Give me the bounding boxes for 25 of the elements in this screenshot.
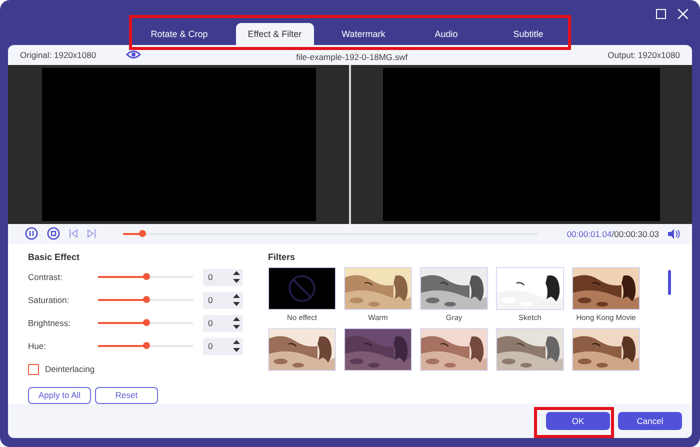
checkbox-label: Deinterlacing [45,364,96,374]
section-title: Basic Effect [28,252,81,262]
total-time: /00:00:30.03 [612,228,659,239]
tab[interactable]: Subtitle [495,23,562,45]
file-name: file-example-192-0-18MG.swf [296,52,408,62]
output-resolution: Output: 1920x1080 [608,50,680,60]
tab[interactable]: Rotate & Crop [138,23,220,45]
tab[interactable]: Effect & Filter [236,23,314,45]
dialog-button[interactable]: OK [546,412,610,430]
number-field[interactable]: 0 [203,338,243,355]
dialog-button[interactable]: Cancel [618,412,682,430]
outline-button[interactable]: Reset [95,386,158,404]
current-time: 00:00:01.04 [566,228,612,239]
section-title: Filters [268,252,296,262]
adjustment-label: Brightness: [28,318,72,328]
tab[interactable]: Audio [413,23,480,45]
outline-button[interactable]: Apply to All [28,386,91,404]
original-resolution: Original: 1920x1080 [20,50,96,60]
adjustment-label: Hue: [28,341,47,352]
tab[interactable]: Watermark [330,23,398,45]
number-field[interactable]: 0 [203,314,243,332]
number-field[interactable]: 0 [203,292,243,309]
adjustment-label: Saturation: [28,295,70,306]
adjustment-label: Contrast: [28,272,64,282]
number-field[interactable]: 0 [203,268,243,286]
